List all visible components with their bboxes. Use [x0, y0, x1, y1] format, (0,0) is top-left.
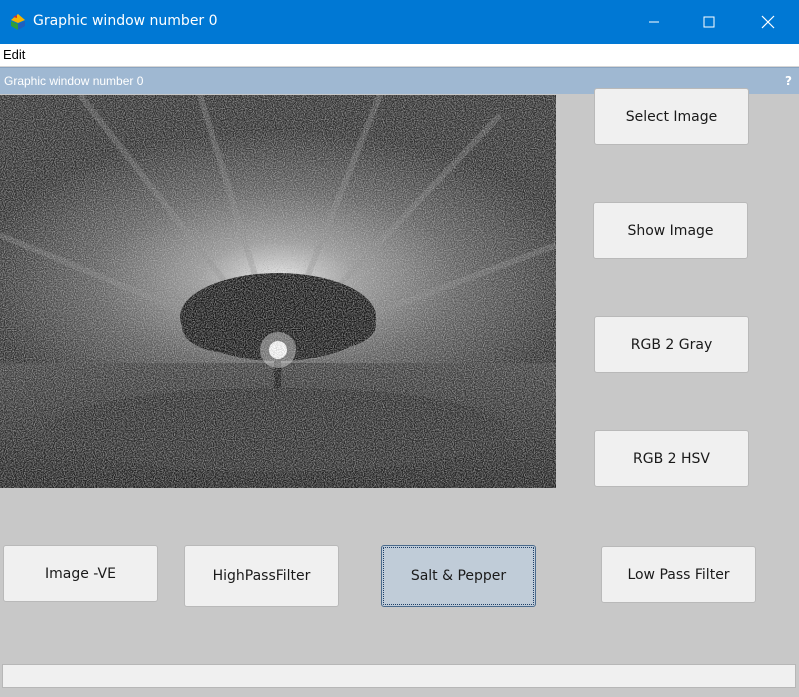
menu-edit[interactable]: Edit — [3, 47, 25, 62]
minimize-button[interactable] — [631, 0, 677, 44]
image-canvas — [0, 93, 558, 488]
maximize-icon — [703, 16, 715, 28]
salt-pepper-button[interactable]: Salt & Pepper — [381, 545, 536, 607]
title-bar: Graphic window number 0 — [0, 0, 799, 44]
maximize-button[interactable] — [686, 0, 732, 44]
scilab-icon — [11, 14, 25, 30]
select-image-button[interactable]: Select Image — [594, 88, 749, 145]
figure-header-title: Graphic window number 0 — [4, 74, 144, 88]
status-bar — [0, 661, 799, 697]
minimize-icon — [649, 21, 659, 23]
window-title: Graphic window number 0 — [33, 13, 218, 29]
show-image-button[interactable]: Show Image — [593, 202, 748, 259]
menu-bar: Edit — [0, 44, 799, 67]
lowpass-button[interactable]: Low Pass Filter — [601, 546, 756, 603]
rgb2hsv-button[interactable]: RGB 2 HSV — [594, 430, 749, 487]
help-icon[interactable]: ? — [785, 74, 792, 88]
highpass-button[interactable]: HighPassFilter — [184, 545, 339, 607]
noisy-image — [0, 93, 558, 488]
close-icon — [761, 15, 775, 29]
image-ve-button[interactable]: Image -VE — [3, 545, 158, 602]
status-field — [2, 664, 796, 688]
close-button[interactable] — [745, 0, 791, 44]
rgb2gray-button[interactable]: RGB 2 Gray — [594, 316, 749, 373]
